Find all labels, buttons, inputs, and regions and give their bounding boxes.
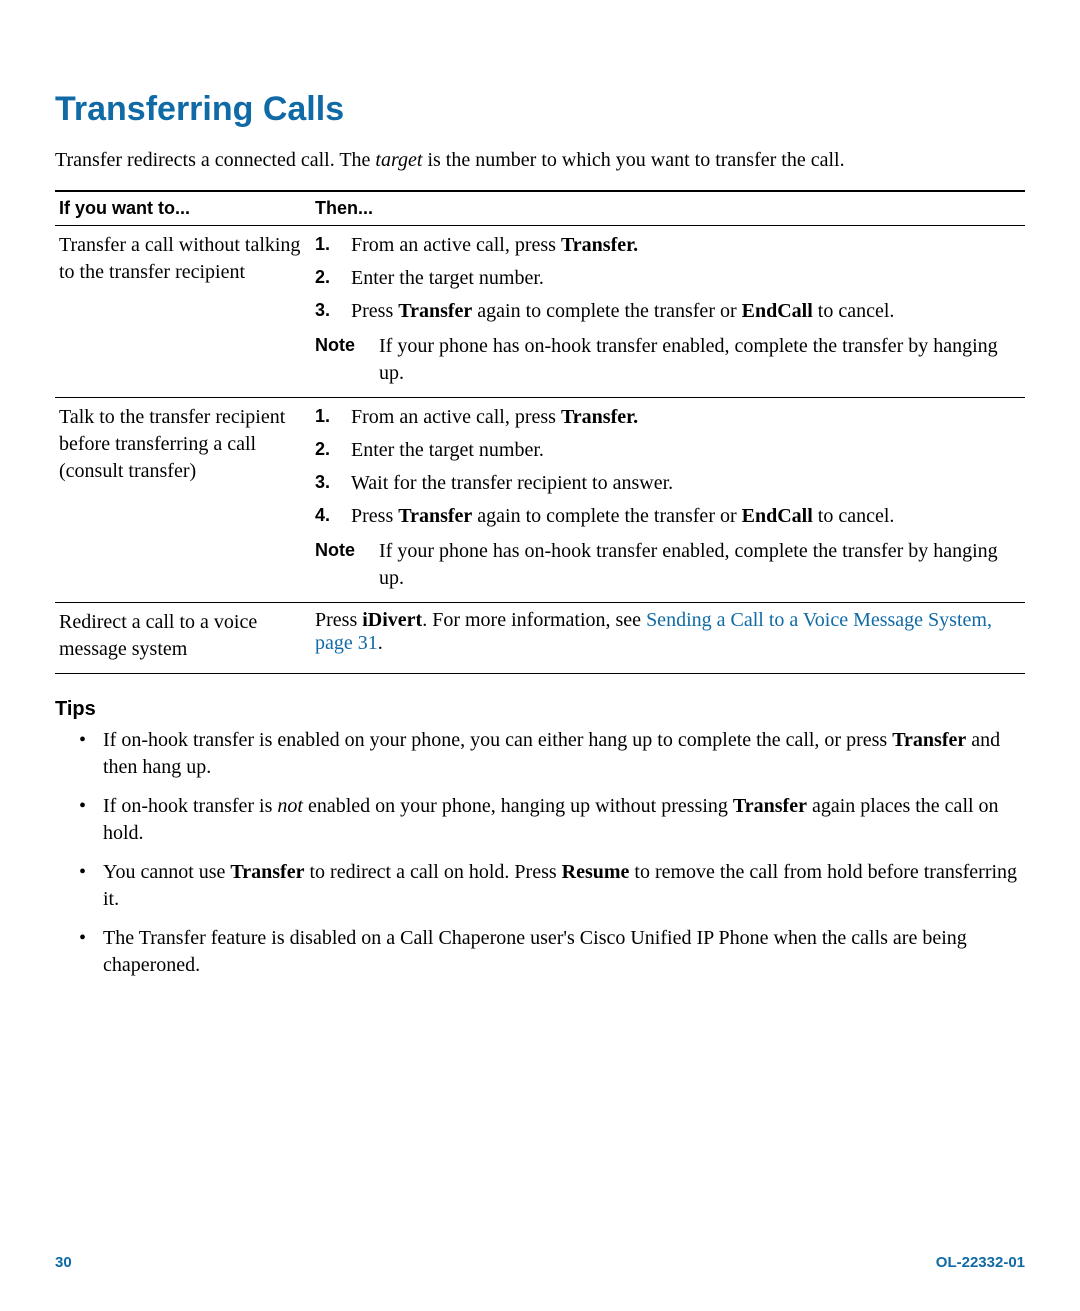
tip-text-a: If on-hook transfer is <box>103 795 277 817</box>
step-bold-a: Transfer <box>398 300 472 322</box>
tip-text: The Transfer feature is disabled on a Ca… <box>103 927 967 976</box>
list-item: 4. Press Transfer again to complete the … <box>343 503 1019 536</box>
list-item: 3. Press Transfer again to complete the … <box>343 298 1019 331</box>
note-row: Note If your phone has on-hook transfer … <box>315 333 1019 387</box>
step-bold: Transfer. <box>561 234 638 256</box>
step-bold-b: EndCall <box>742 505 813 527</box>
tip-text-a: If on-hook transfer is enabled on your p… <box>103 729 892 751</box>
note-text: If your phone has on-hook transfer enabl… <box>379 333 1019 387</box>
step-text: From an active call, press <box>351 406 561 428</box>
tip-italic: not <box>277 795 303 817</box>
step-text-c: again to complete the transfer or <box>472 505 741 527</box>
tip-text-c: to redirect a call on hold. Press <box>304 861 561 883</box>
step-bold-a: Transfer <box>398 505 472 527</box>
step-number: 3. <box>315 470 330 494</box>
intro-text-c: is the number to which you want to trans… <box>422 149 844 171</box>
note-row: Note If your phone has on-hook transfer … <box>315 538 1019 592</box>
r3-bold: iDivert <box>362 609 422 631</box>
step-text: Wait for the transfer recipient to answe… <box>351 472 673 494</box>
note-label: Note <box>315 333 379 387</box>
step-text: Enter the target number. <box>351 439 544 461</box>
page-title: Transferring Calls <box>55 90 1025 129</box>
tip-text-c: enabled on your phone, hanging up withou… <box>303 795 733 817</box>
row2-col2: 1. From an active call, press Transfer. … <box>311 398 1025 603</box>
step-text-e: to cancel. <box>813 505 895 527</box>
step-number: 1. <box>315 404 330 428</box>
list-item: 1. From an active call, press Transfer. <box>343 404 1019 437</box>
table-row: Redirect a call to a voice message syste… <box>55 603 1025 674</box>
intro-italic: target <box>375 149 422 171</box>
table-row: Transfer a call without talking to the t… <box>55 226 1025 398</box>
list-item: 1. From an active call, press Transfer. <box>343 232 1019 265</box>
page-footer: 30 OL-22332-01 <box>55 1254 1025 1271</box>
step-number: 4. <box>315 503 330 527</box>
row2-col1: Talk to the transfer recipient before tr… <box>55 398 311 603</box>
note-label: Note <box>315 538 379 592</box>
list-item: The Transfer feature is disabled on a Ca… <box>97 925 1025 991</box>
step-text-a: Press <box>351 505 398 527</box>
tip-bold: Transfer <box>733 795 807 817</box>
row1-col2: 1. From an active call, press Transfer. … <box>311 226 1025 398</box>
step-text-c: again to complete the transfer or <box>472 300 741 322</box>
tips-heading: Tips <box>55 698 1025 721</box>
step-text: Enter the target number. <box>351 267 544 289</box>
table-header-col2: Then... <box>311 191 1025 226</box>
step-number: 2. <box>315 265 330 289</box>
step-text: From an active call, press <box>351 234 561 256</box>
tip-bold-b: Resume <box>562 861 630 883</box>
row3-col1: Redirect a call to a voice message syste… <box>55 603 311 674</box>
tips-list: If on-hook transfer is enabled on your p… <box>55 727 1025 991</box>
step-number: 3. <box>315 298 330 322</box>
list-item: 3. Wait for the transfer recipient to an… <box>343 470 1019 503</box>
table-header-col1: If you want to... <box>55 191 311 226</box>
tip-text-a: You cannot use <box>103 861 230 883</box>
tip-bold: Transfer <box>892 729 966 751</box>
doc-id: OL-22332-01 <box>936 1254 1025 1271</box>
step-number: 2. <box>315 437 330 461</box>
note-text: If your phone has on-hook transfer enabl… <box>379 538 1019 592</box>
row1-col1: Transfer a call without talking to the t… <box>55 226 311 398</box>
intro-text-a: Transfer redirects a connected call. The <box>55 149 375 171</box>
tip-bold-a: Transfer <box>230 861 304 883</box>
step-bold: Transfer. <box>561 406 638 428</box>
list-item: You cannot use Transfer to redirect a ca… <box>97 859 1025 925</box>
step-bold-b: EndCall <box>742 300 813 322</box>
page-number: 30 <box>55 1254 72 1271</box>
table-row: Talk to the transfer recipient before tr… <box>55 398 1025 603</box>
step-text-e: to cancel. <box>813 300 895 322</box>
step-text-a: Press <box>351 300 398 322</box>
intro-paragraph: Transfer redirects a connected call. The… <box>55 147 1025 174</box>
list-item: If on-hook transfer is not enabled on yo… <box>97 793 1025 859</box>
r3-text-a: Press <box>315 609 362 631</box>
step-number: 1. <box>315 232 330 256</box>
list-item: If on-hook transfer is enabled on your p… <box>97 727 1025 793</box>
list-item: 2. Enter the target number. <box>343 265 1019 298</box>
r3-text-e: . <box>378 632 383 654</box>
list-item: 2. Enter the target number. <box>343 437 1019 470</box>
r3-text-c: . For more information, see <box>422 609 646 631</box>
transfer-table: If you want to... Then... Transfer a cal… <box>55 190 1025 674</box>
row3-col2: Press iDivert. For more information, see… <box>311 603 1025 674</box>
